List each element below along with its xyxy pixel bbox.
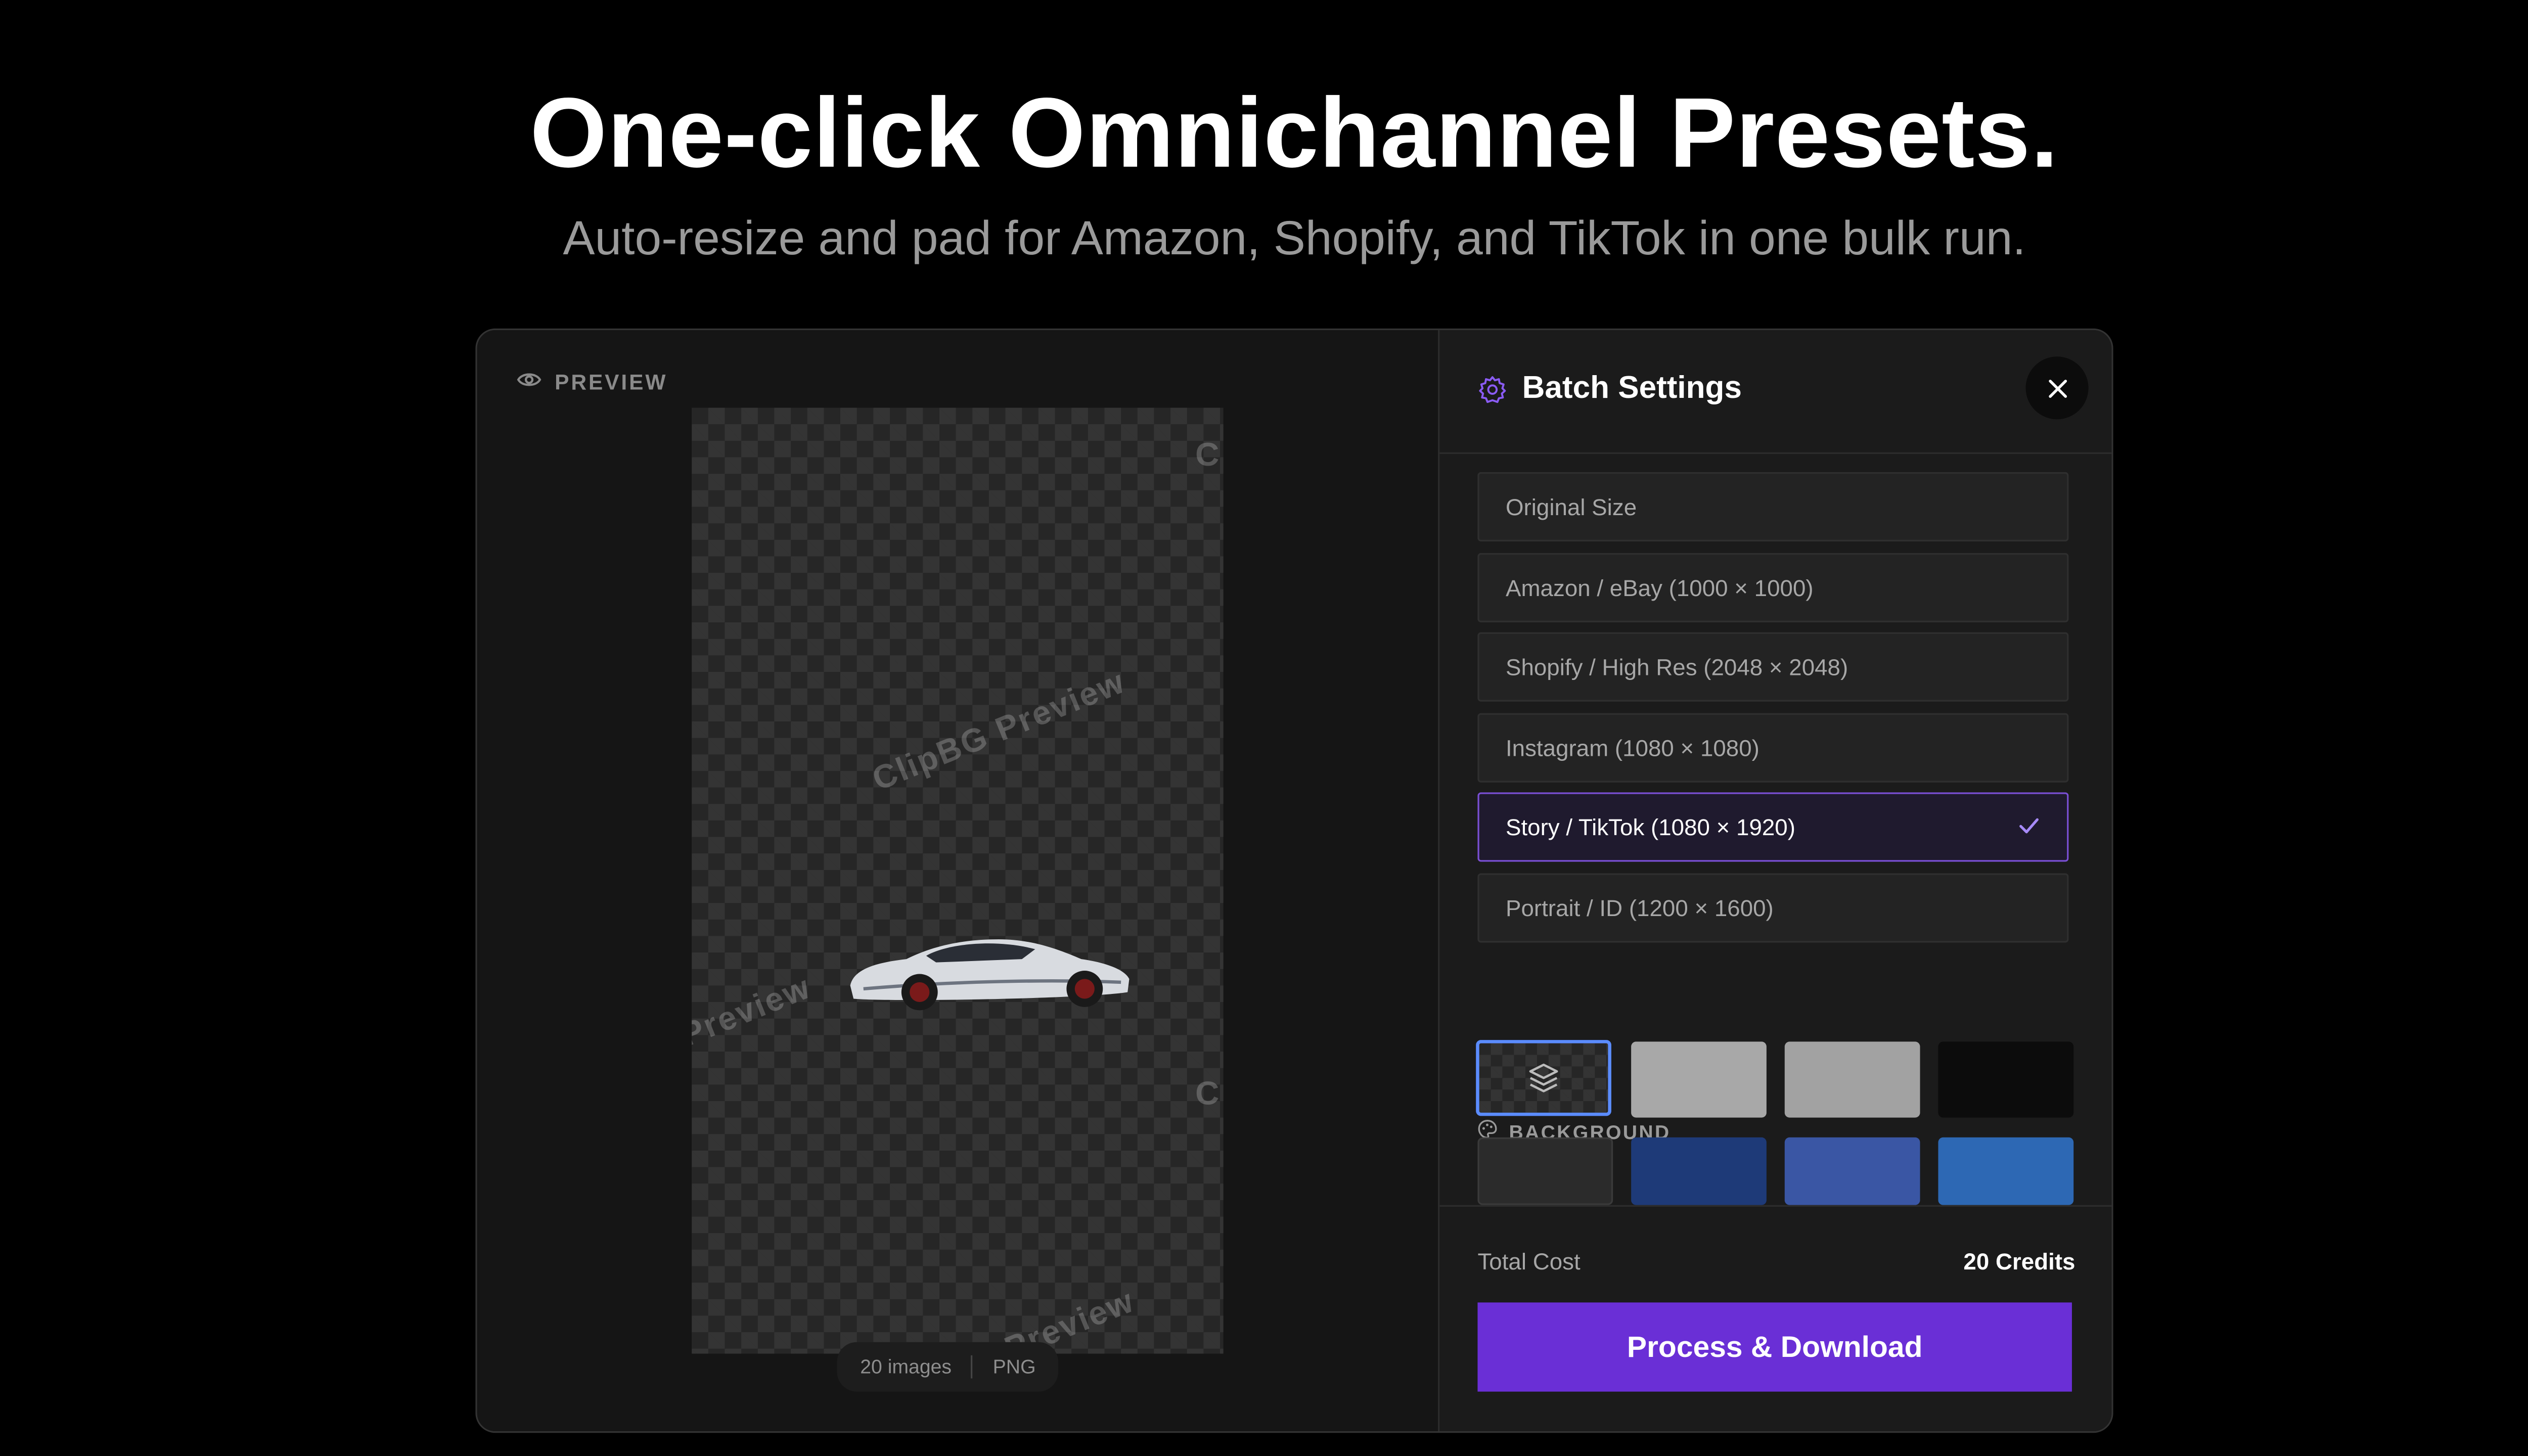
preset-option[interactable]: Amazon / eBay (1000 × 1000): [1477, 553, 2069, 623]
batch-meta-pill: 20 images PNG: [837, 1342, 1059, 1392]
layers-icon: [1529, 1063, 1558, 1093]
eye-icon: [517, 370, 541, 394]
swatch-transparent[interactable]: [1476, 1040, 1611, 1116]
preview-label: PREVIEW: [555, 370, 668, 395]
swatch-sky-blue[interactable]: [1938, 1137, 2074, 1205]
total-cost-label: Total Cost: [1477, 1248, 1581, 1275]
batch-settings-modal: PREVIEW ClipBG Preview Preview Preview C…: [475, 328, 2113, 1433]
image-format: PNG: [992, 1355, 1036, 1379]
close-button[interactable]: [2025, 356, 2089, 420]
hero-headline: One-click Omnichannel Presets.: [530, 77, 2059, 189]
divider: [971, 1355, 973, 1379]
panel-title: Batch Settings: [1522, 371, 1742, 406]
swatch-blue[interactable]: [1784, 1137, 1920, 1205]
settings-panel: Batch Settings Original Size Amazon / eB…: [1438, 330, 2112, 1432]
total-cost-value: 20 Credits: [1963, 1248, 2075, 1275]
preview-pane: PREVIEW ClipBG Preview Preview Preview C…: [477, 330, 1438, 1432]
watermark-text: Preview: [692, 969, 817, 1055]
check-icon: [2019, 818, 2039, 834]
preview-canvas: ClipBG Preview Preview Preview C C: [692, 407, 1224, 1354]
panel-footer: Total Cost 20 Credits Process & Download: [1439, 1205, 2112, 1432]
gear-icon: [1477, 375, 1507, 413]
watermark-text: ClipBG Preview: [868, 664, 1131, 799]
hero-subline: Auto-resize and pad for Amazon, Shopify,…: [563, 213, 2026, 266]
preset-option-selected[interactable]: Story / TikTok (1080 × 1920): [1477, 792, 2069, 862]
preview-header: PREVIEW: [517, 370, 667, 394]
preset-label: Instagram (1080 × 1080): [1505, 735, 1759, 761]
swatch-dark-gray[interactable]: [1477, 1137, 1613, 1205]
preset-option[interactable]: Portrait / ID (1200 × 1600): [1477, 873, 2069, 943]
swatch-gray[interactable]: [1784, 1041, 1920, 1118]
image-count: 20 images: [860, 1355, 952, 1379]
preset-option[interactable]: Instagram (1080 × 1080): [1477, 713, 2069, 783]
watermark-text: C: [1195, 1076, 1221, 1113]
process-download-button[interactable]: Process & Download: [1477, 1302, 2072, 1392]
preset-label: Amazon / eBay (1000 × 1000): [1505, 574, 1814, 601]
watermark-text: C: [1195, 437, 1221, 474]
panel-header: Batch Settings: [1439, 330, 2112, 454]
close-icon: [2048, 379, 2066, 397]
preset-option[interactable]: Original Size: [1477, 472, 2069, 542]
swatch-light-gray[interactable]: [1631, 1041, 1767, 1118]
car-image: [850, 939, 1130, 1011]
preset-label: Shopify / High Res (2048 × 2048): [1505, 654, 1848, 680]
preset-label: Original Size: [1505, 493, 1637, 520]
stage: One-click Omnichannel Presets. Auto-resi…: [0, 0, 2528, 1456]
preset-label: Portrait / ID (1200 × 1600): [1505, 894, 1774, 922]
swatch-navy[interactable]: [1631, 1137, 1767, 1205]
swatch-black[interactable]: [1938, 1041, 2074, 1118]
preset-label: Story / TikTok (1080 × 1920): [1505, 813, 1795, 841]
preset-option[interactable]: Shopify / High Res (2048 × 2048): [1477, 632, 2069, 702]
